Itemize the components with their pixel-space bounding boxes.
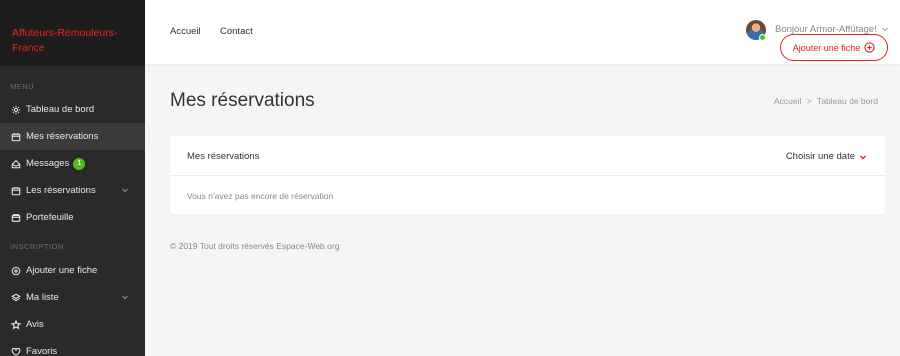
sidebar-item-wallet[interactable]: Portefeuille (0, 204, 145, 231)
breadcrumb-separator: > (806, 96, 812, 106)
sidebar-item-label: Ma liste (26, 292, 59, 303)
chevron-down-icon (859, 153, 867, 161)
sidebar-item-label: Portefeuille (26, 212, 74, 223)
sidebar-item-reservations[interactable]: Les réservations (0, 177, 145, 204)
chevron-down-icon (121, 186, 129, 194)
sidebar-item-label: Tableau de bord (26, 104, 95, 115)
sidebar-item-label: Ajouter une fiche (26, 265, 98, 276)
calendar-icon (10, 131, 22, 143)
breadcrumb: Accueil > Tableau de bord (774, 96, 878, 106)
wallet-icon (10, 212, 22, 224)
calendar-icon (10, 185, 22, 197)
sidebar-item-label: Favoris (26, 346, 58, 356)
sidebar-item-reviews[interactable]: Avis (0, 311, 145, 338)
plus-circle-icon (864, 42, 875, 53)
empty-state-message: Vous n'avez pas encore de réservation (187, 191, 334, 201)
top-header: Accueil Contact Bonjour Armor-Affûtage! … (145, 0, 900, 64)
sidebar-item-favorites[interactable]: Favoris (0, 338, 145, 356)
menu-section-heading: MENU (10, 82, 35, 91)
sidebar-item-my-reservations[interactable]: Mes réservations (0, 123, 145, 150)
sidebar: Affuteurs-Rémouleurs-France MENU Tableau… (0, 0, 145, 356)
heart-icon (10, 346, 22, 356)
breadcrumb-current: Tableau de bord (816, 96, 878, 106)
add-listing-button[interactable]: Ajouter une fiche (780, 34, 888, 61)
reservations-card: Mes réservations Choisir une date Vous n… (170, 136, 885, 214)
date-select-label: Choisir une date (785, 151, 855, 162)
messages-count-badge: 1 (73, 157, 86, 170)
online-status-dot (759, 34, 766, 41)
sidebar-item-messages[interactable]: Messages 1 (0, 150, 145, 177)
message-icon (10, 158, 22, 170)
sidebar-item-add-listing[interactable]: Ajouter une fiche (0, 257, 145, 284)
brand-logo-text[interactable]: Affuteurs-Rémouleurs-France (12, 26, 132, 56)
sidebar-item-my-list[interactable]: Ma liste (0, 284, 145, 311)
card-title: Mes réservations (187, 151, 260, 162)
date-select[interactable]: Choisir une date (786, 151, 867, 162)
gear-icon (10, 104, 22, 116)
sidebar-item-label: Avis (26, 319, 44, 330)
breadcrumb-home[interactable]: Accueil (774, 96, 801, 106)
add-listing-button-label: Ajouter une fiche (792, 42, 861, 53)
sidebar-item-label: Les réservations (26, 185, 96, 196)
inscription-section-heading: INSCRIPTION (10, 242, 64, 251)
star-icon (10, 319, 22, 331)
layers-icon (10, 292, 22, 304)
footer-copyright: © 2019 Tout droits réservés Espace-Web.o… (170, 241, 340, 251)
sidebar-item-label: Messages (26, 158, 70, 169)
card-header: Mes réservations Choisir une date (170, 136, 885, 176)
nav-link-home[interactable]: Accueil (170, 26, 201, 37)
plus-circle-icon (10, 265, 22, 277)
chevron-down-icon (121, 293, 129, 301)
page-title: Mes réservations (170, 90, 315, 111)
sidebar-item-dashboard[interactable]: Tableau de bord (0, 96, 145, 123)
nav-link-contact[interactable]: Contact (220, 26, 253, 37)
brand: Affuteurs-Rémouleurs-France (0, 0, 145, 66)
chevron-down-icon (881, 25, 889, 33)
sidebar-item-label: Mes réservations (26, 131, 99, 142)
